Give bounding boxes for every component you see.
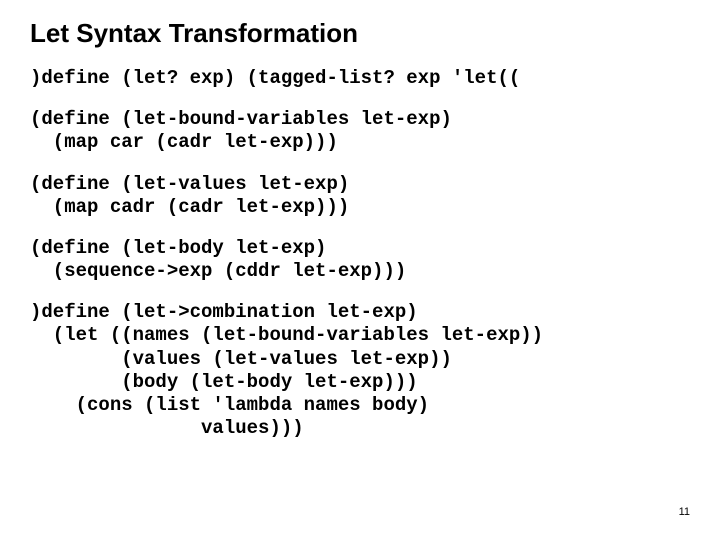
code-block-let-body: (define (let-body let-exp) (sequence->ex… bbox=[30, 237, 690, 283]
slide: Let Syntax Transformation )define (let? … bbox=[0, 0, 720, 540]
code-block-let-predicate: )define (let? exp) (tagged-list? exp 'le… bbox=[30, 67, 690, 90]
page-number: 11 bbox=[679, 506, 690, 518]
code-block-let-bound-variables: (define (let-bound-variables let-exp) (m… bbox=[30, 108, 690, 154]
slide-title: Let Syntax Transformation bbox=[30, 18, 690, 49]
code-block-let-combination: )define (let->combination let-exp) (let … bbox=[30, 301, 690, 440]
code-block-let-values: (define (let-values let-exp) (map cadr (… bbox=[30, 173, 690, 219]
